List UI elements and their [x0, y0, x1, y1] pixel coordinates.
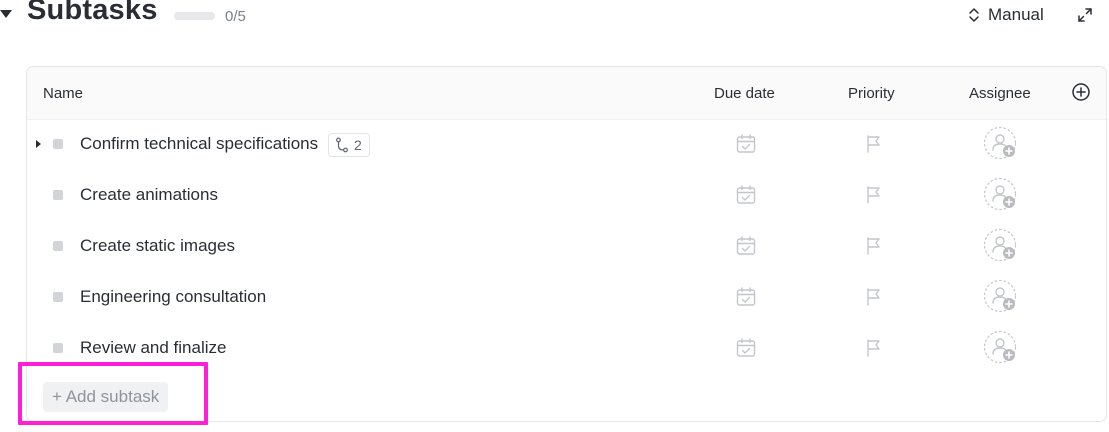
add-subtask-button[interactable]: + Add subtask [43, 382, 169, 412]
task-status-icon[interactable] [53, 139, 63, 149]
task-status-icon[interactable] [53, 292, 63, 302]
task-status-icon[interactable] [53, 241, 63, 251]
section-title: Subtasks [27, 0, 158, 26]
collapse-caret-icon[interactable] [0, 10, 12, 18]
column-header-due-date[interactable]: Due date [714, 85, 775, 102]
progress-bar [174, 12, 215, 20]
task-name[interactable]: Create animations [80, 185, 218, 205]
due-date-calendar-icon[interactable] [735, 133, 757, 160]
priority-flag-icon[interactable] [865, 185, 883, 210]
sort-button[interactable]: Manual [968, 4, 1044, 26]
sort-label: Manual [988, 5, 1044, 24]
priority-flag-icon[interactable] [865, 236, 883, 261]
subtask-count-badge[interactable]: 2 [328, 133, 370, 157]
add-column-plus-circle-icon[interactable] [1071, 82, 1091, 107]
due-date-calendar-icon[interactable] [735, 337, 757, 364]
task-name[interactable]: Engineering consultation [80, 287, 266, 307]
table-row[interactable]: Engineering consultation [27, 272, 1106, 323]
expand-row-caret-icon[interactable] [36, 140, 41, 148]
progress-count: 0/5 [225, 8, 246, 25]
add-assignee-icon[interactable] [983, 126, 1019, 167]
table-row[interactable]: Review and finalize [27, 323, 1106, 374]
priority-flag-icon[interactable] [865, 287, 883, 312]
task-name[interactable]: Review and finalize [80, 338, 226, 358]
table-row[interactable]: Confirm technical specifications 2 [27, 119, 1106, 170]
priority-flag-icon[interactable] [865, 338, 883, 363]
expand-icon[interactable] [1076, 6, 1094, 29]
column-header-priority[interactable]: Priority [848, 85, 895, 102]
column-header-name[interactable]: Name [43, 85, 83, 102]
add-assignee-icon[interactable] [983, 177, 1019, 218]
subtasks-header: Subtasks 0/5 Manual [0, 0, 1109, 34]
table-row[interactable]: Create static images [27, 221, 1106, 272]
subtasks-table: Name Due date Priority Assignee Confirm … [26, 66, 1107, 422]
add-assignee-icon[interactable] [983, 228, 1019, 269]
due-date-calendar-icon[interactable] [735, 235, 757, 262]
subtask-branch-icon [335, 137, 349, 153]
task-name[interactable]: Confirm technical specifications [80, 134, 318, 154]
sort-updown-icon [968, 6, 980, 24]
task-status-icon[interactable] [53, 190, 63, 200]
table-header: Name Due date Priority Assignee [27, 67, 1106, 120]
column-header-assignee[interactable]: Assignee [969, 85, 1031, 102]
due-date-calendar-icon[interactable] [735, 184, 757, 211]
task-name[interactable]: Create static images [80, 236, 235, 256]
add-assignee-icon[interactable] [983, 330, 1019, 371]
task-status-icon[interactable] [53, 343, 63, 353]
table-row[interactable]: Create animations [27, 170, 1106, 221]
priority-flag-icon[interactable] [865, 134, 883, 159]
subtask-count: 2 [354, 137, 362, 153]
add-assignee-icon[interactable] [983, 279, 1019, 320]
due-date-calendar-icon[interactable] [735, 286, 757, 313]
